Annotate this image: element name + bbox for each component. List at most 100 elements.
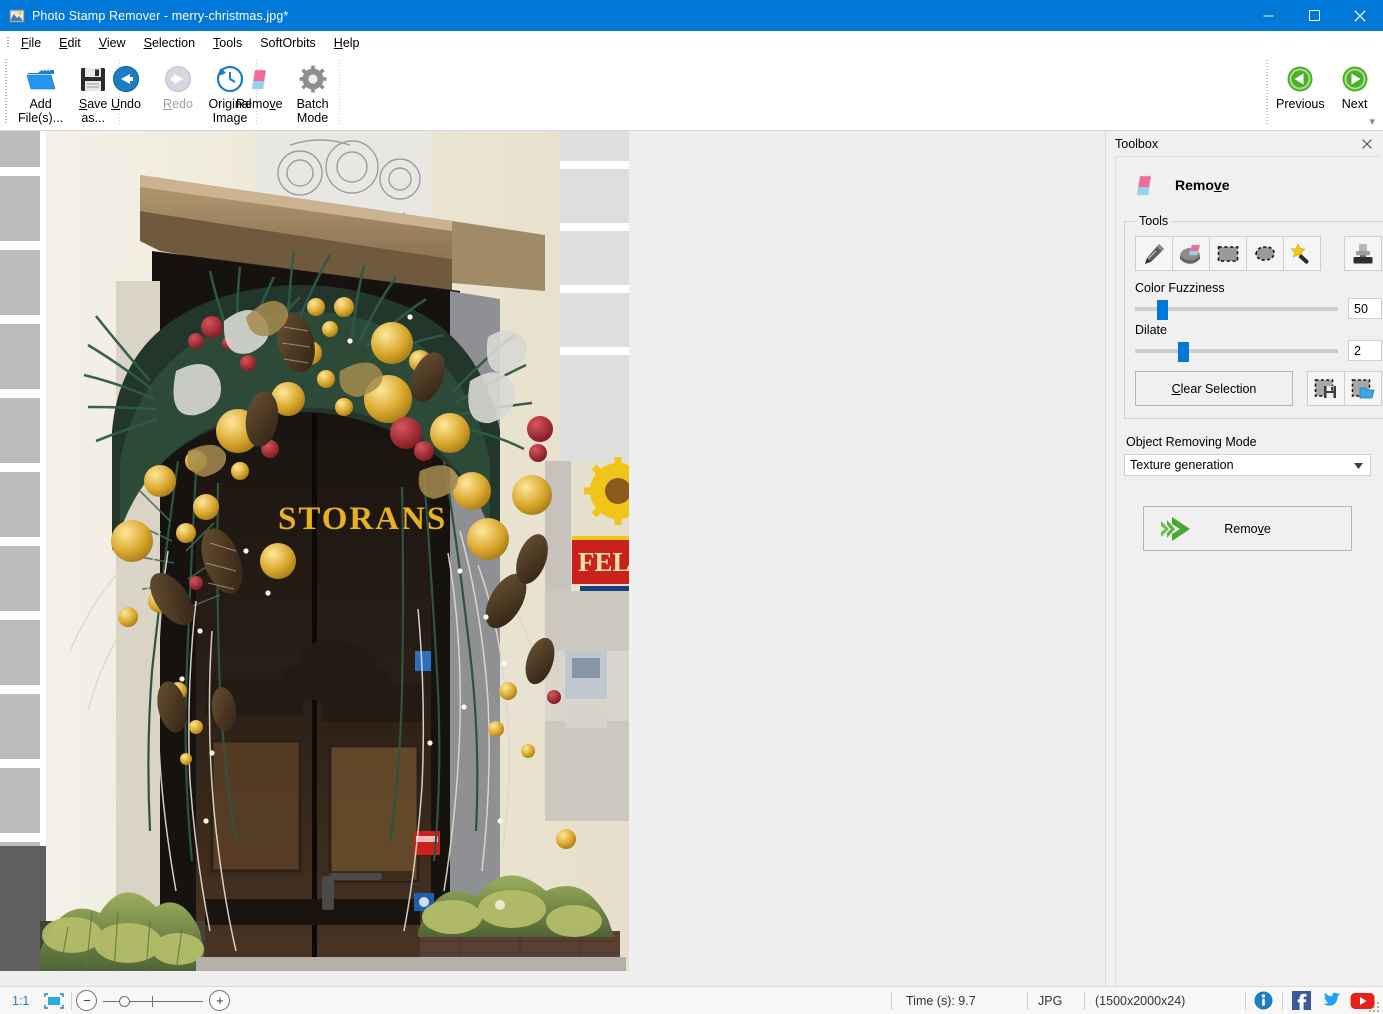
menu-item-help[interactable]: Help: [325, 33, 369, 53]
save-selection-button[interactable]: [1307, 371, 1345, 406]
toolbox-body: Remove Tools: [1115, 156, 1379, 986]
object-removing-mode-select[interactable]: Texture generation: [1124, 454, 1371, 476]
color-fuzziness-row: 50: [1135, 298, 1382, 319]
previous-button[interactable]: Previous: [1272, 58, 1329, 111]
dilate-row: 2: [1135, 340, 1382, 361]
add-files-icon: [25, 62, 57, 95]
slider-thumb[interactable]: [1157, 300, 1168, 320]
remove-tool-button[interactable]: Remove: [232, 58, 287, 111]
social-links: [1246, 991, 1383, 1010]
toolbar-group-navigation: Previous Next: [1272, 58, 1381, 128]
next-label: Next: [1342, 97, 1368, 111]
add-files-button[interactable]: Add File(s)...: [14, 58, 67, 125]
selection-io-buttons: [1307, 371, 1382, 406]
main-toolbar: Add File(s)... Saveas...: [0, 55, 1383, 131]
clear-selection-row: Clear Selection: [1135, 371, 1382, 406]
tools-group-label: Tools: [1135, 214, 1172, 228]
zoom-slider-thumb[interactable]: [119, 996, 130, 1007]
undo-label: Undo: [111, 97, 141, 111]
object-removing-mode-value: Texture generation: [1130, 458, 1234, 472]
menu-grip-handle[interactable]: [3, 31, 12, 55]
photo-canvas[interactable]: FEL Skarnu ie: [0, 131, 629, 971]
magic-wand-icon: [1289, 241, 1315, 267]
menu-item-file[interactable]: File: [12, 33, 50, 53]
facebook-icon[interactable]: [1292, 991, 1311, 1010]
clear-selection-button[interactable]: Clear Selection: [1135, 371, 1293, 406]
dilate-value[interactable]: 2: [1348, 340, 1382, 361]
next-button[interactable]: Next: [1329, 58, 1381, 111]
lasso-select-tool-button[interactable]: [1246, 236, 1284, 271]
load-selection-icon: [1350, 377, 1376, 401]
toolbox-panel: Toolbox Remove Tools: [1105, 131, 1383, 986]
zoom-control: − +: [76, 990, 230, 1012]
menu-item-softorbits[interactable]: SoftOrbits: [251, 33, 325, 53]
batch-mode-button[interactable]: BatchMode: [287, 58, 339, 125]
menu-item-selection[interactable]: Selection: [135, 33, 204, 53]
zoom-in-button[interactable]: +: [209, 990, 230, 1011]
remove-action-button[interactable]: Remove: [1143, 506, 1352, 551]
restaurant-sign-text: STORANS: [278, 501, 447, 537]
redo-button[interactable]: Redo: [152, 58, 204, 111]
sign-fel-text: FEL: [578, 547, 629, 577]
zoom-in-label: +: [216, 993, 224, 1008]
fit-to-window-icon[interactable]: [37, 988, 71, 1014]
minimize-button[interactable]: [1245, 0, 1291, 31]
zoom-slider[interactable]: [101, 990, 205, 1012]
toolbox-close-icon[interactable]: [1359, 139, 1375, 149]
remove-eraser-icon: [244, 62, 274, 95]
window-title: Photo Stamp Remover - merry-christmas.jp…: [32, 9, 288, 23]
clone-stamp-tool-button[interactable]: [1344, 236, 1382, 271]
slider-thumb[interactable]: [1178, 342, 1189, 362]
zoom-out-button[interactable]: −: [76, 990, 97, 1011]
zoom-slider-track: [103, 1001, 203, 1002]
undo-button[interactable]: Undo: [100, 58, 152, 111]
batch-mode-label: BatchMode: [297, 97, 329, 125]
batch-mode-gear-icon: [298, 62, 328, 95]
previous-arrow-icon: [1285, 62, 1315, 95]
remove-tool-label: Remove: [236, 97, 283, 111]
tool-buttons-row: [1135, 236, 1382, 271]
toolbox-section-title: Remove: [1175, 177, 1230, 193]
maximize-button[interactable]: [1291, 0, 1337, 31]
app-icon: [9, 8, 25, 24]
redo-icon: [163, 62, 193, 95]
image-format: JPG: [1028, 988, 1084, 1014]
color-fuzziness-slider[interactable]: [1135, 299, 1338, 319]
menu-item-view[interactable]: View: [90, 33, 135, 53]
load-selection-button[interactable]: [1344, 371, 1382, 406]
eraser-tool-button[interactable]: [1172, 236, 1210, 271]
menu-item-edit[interactable]: Edit: [50, 33, 90, 53]
pencil-tool-button[interactable]: [1135, 236, 1173, 271]
info-icon[interactable]: [1254, 991, 1273, 1010]
color-fuzziness-value[interactable]: 50: [1348, 298, 1382, 319]
toolbar-grip-handle[interactable]: [3, 59, 9, 125]
dilate-slider[interactable]: [1135, 341, 1338, 361]
chevron-down-icon[interactable]: [1354, 463, 1363, 469]
toolbox-section-title-row: Remove: [1129, 170, 1371, 200]
application-window: Photo Stamp Remover - merry-christmas.jp…: [0, 0, 1383, 1014]
previous-label: Previous: [1276, 97, 1325, 111]
title-bar: Photo Stamp Remover - merry-christmas.jp…: [0, 0, 1383, 31]
resize-grip-icon[interactable]: [1369, 1000, 1381, 1012]
save-selection-icon: [1313, 377, 1339, 401]
status-bar: 1:1 − + Tim: [0, 986, 1383, 1014]
twitter-icon[interactable]: [1320, 991, 1341, 1010]
magic-wand-tool-button[interactable]: [1283, 236, 1321, 271]
rectangle-select-tool-button[interactable]: [1209, 236, 1247, 271]
color-fuzziness-label: Color Fuzziness: [1135, 281, 1382, 295]
window-controls: [1245, 0, 1383, 31]
status-separator: [1282, 992, 1283, 1010]
menu-item-tools[interactable]: Tools: [204, 33, 251, 53]
object-removing-mode-label: Object Removing Mode: [1126, 435, 1371, 449]
navigation-separator: [1266, 60, 1268, 126]
tools-group: Tools: [1124, 214, 1383, 419]
clear-selection-label: Clear Selection: [1172, 382, 1257, 396]
toolbar-expand-icon[interactable]: ▾: [1369, 115, 1375, 128]
toolbox-title: Toolbox: [1115, 137, 1158, 151]
toolbox-header: Toolbox: [1106, 131, 1383, 156]
zoom-out-label: −: [83, 993, 91, 1008]
green-arrow-icon: [1156, 515, 1196, 543]
close-button[interactable]: [1337, 0, 1383, 31]
image-workspace[interactable]: FEL Skarnu ie: [0, 131, 1105, 986]
dilate-label: Dilate: [1135, 323, 1382, 337]
